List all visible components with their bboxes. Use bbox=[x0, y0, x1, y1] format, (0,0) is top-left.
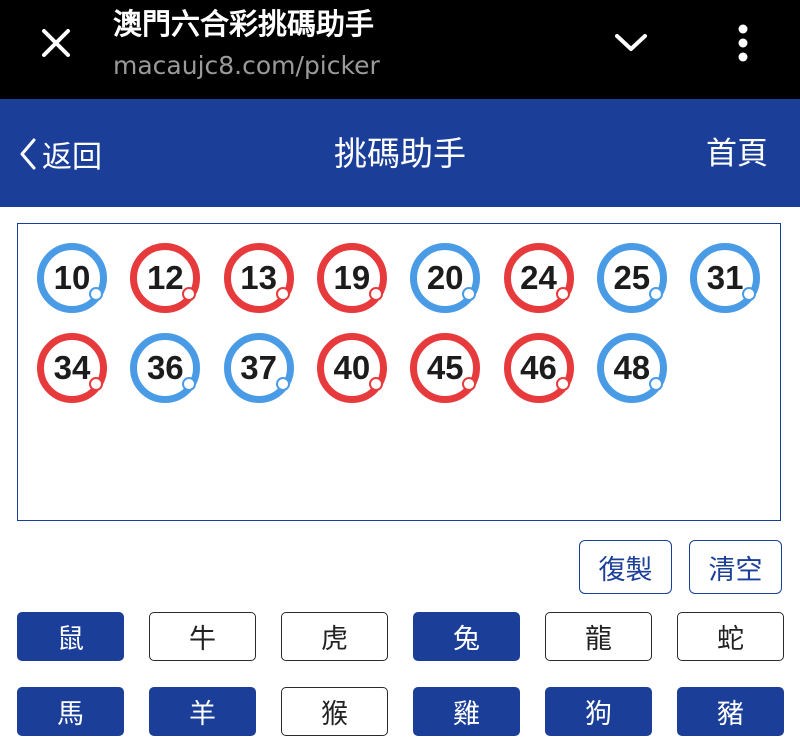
more-vertical-icon bbox=[738, 24, 748, 62]
ball-highlight bbox=[368, 287, 383, 301]
number-ball[interactable]: 36 bbox=[130, 333, 201, 403]
home-link[interactable]: 首頁 bbox=[706, 129, 768, 179]
ball-highlight bbox=[89, 287, 103, 301]
zodiac-button[interactable]: 馬 bbox=[17, 687, 124, 736]
expand-button[interactable] bbox=[608, 22, 654, 64]
close-icon bbox=[42, 29, 70, 57]
close-button[interactable] bbox=[30, 22, 82, 64]
ball-highlight bbox=[555, 377, 570, 391]
ball-highlight bbox=[742, 287, 757, 301]
number-ball[interactable]: 46 bbox=[503, 333, 574, 403]
clear-button[interactable]: 清空 bbox=[689, 540, 782, 594]
zodiac-button[interactable]: 龍 bbox=[545, 612, 652, 661]
number-ball[interactable]: 48 bbox=[596, 333, 667, 403]
ball-highlight bbox=[275, 287, 290, 301]
browser-page-title: 澳門六合彩挑碼助手 bbox=[113, 7, 375, 41]
number-ball[interactable]: 25 bbox=[596, 243, 667, 313]
number-ball[interactable]: 12 bbox=[130, 243, 201, 313]
zodiac-button[interactable]: 雞 bbox=[413, 687, 520, 736]
ball-highlight bbox=[182, 377, 197, 391]
ball-highlight bbox=[275, 377, 290, 391]
zodiac-button[interactable]: 兔 bbox=[413, 612, 520, 661]
ball-highlight bbox=[555, 287, 570, 301]
ball-highlight bbox=[462, 377, 477, 391]
ball-highlight bbox=[368, 377, 383, 391]
number-ball[interactable]: 13 bbox=[223, 243, 294, 313]
back-label: 返回 bbox=[42, 140, 102, 175]
ball-highlight bbox=[462, 287, 477, 301]
chevron-left-icon bbox=[20, 138, 36, 170]
number-ball[interactable]: 34 bbox=[37, 333, 107, 403]
zodiac-button[interactable]: 牛 bbox=[149, 612, 256, 661]
number-ball[interactable]: 31 bbox=[690, 243, 761, 313]
back-button[interactable]: 返回 bbox=[18, 129, 102, 179]
page-title: 挑碼助手 bbox=[334, 134, 466, 173]
zodiac-button[interactable]: 豬 bbox=[677, 687, 784, 736]
zodiac-button[interactable]: 羊 bbox=[149, 687, 256, 736]
app-header: 返回 挑碼助手 首頁 bbox=[0, 99, 800, 207]
browser-url: macaujc8.com/picker bbox=[113, 51, 380, 80]
ball-highlight bbox=[648, 377, 663, 391]
more-menu-button[interactable] bbox=[722, 18, 764, 68]
number-ball[interactable]: 20 bbox=[410, 243, 481, 313]
ball-highlight bbox=[89, 377, 103, 391]
number-ball[interactable]: 24 bbox=[503, 243, 574, 313]
ball-highlight bbox=[182, 287, 197, 301]
picked-numbers-box: 10 12 13 19 20 24 25 31 34 36 37 40 45 46 48 bbox=[17, 223, 781, 521]
browser-bar: 澳門六合彩挑碼助手 macaujc8.com/picker bbox=[0, 0, 800, 99]
number-ball[interactable]: 37 bbox=[223, 333, 294, 403]
zodiac-button[interactable]: 猴 bbox=[281, 687, 388, 736]
ball-highlight bbox=[648, 287, 663, 301]
zodiac-button[interactable]: 狗 bbox=[545, 687, 652, 736]
number-ball[interactable]: 40 bbox=[316, 333, 387, 403]
number-ball[interactable]: 10 bbox=[37, 243, 107, 313]
chevron-down-icon bbox=[615, 34, 647, 51]
zodiac-button[interactable]: 鼠 bbox=[17, 612, 124, 661]
number-ball[interactable]: 45 bbox=[410, 333, 481, 403]
number-ball[interactable]: 19 bbox=[316, 243, 387, 313]
copy-button[interactable]: 復製 bbox=[579, 540, 672, 594]
zodiac-button[interactable]: 虎 bbox=[281, 612, 388, 661]
zodiac-button[interactable]: 蛇 bbox=[677, 612, 784, 661]
